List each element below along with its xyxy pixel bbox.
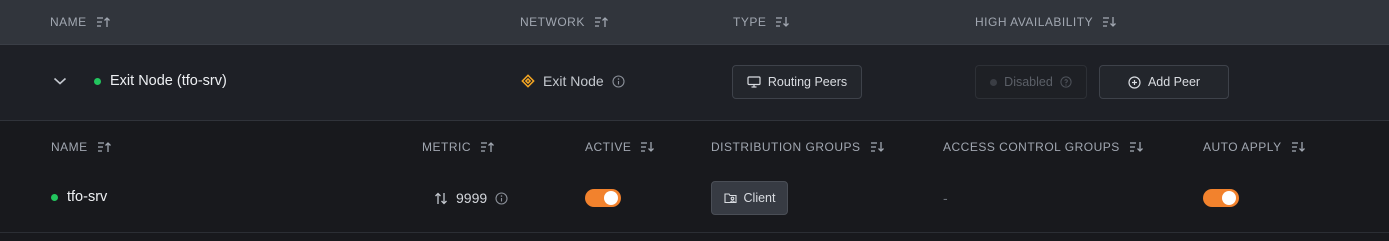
exit-node-icon: [521, 74, 535, 88]
add-peer-button[interactable]: Add Peer: [1099, 65, 1229, 99]
sort-asc-icon[interactable]: [594, 16, 608, 28]
sub-column-header-active-label: ACTIVE: [585, 140, 632, 154]
high-availability-badge: Disabled: [975, 65, 1087, 99]
add-peer-label: Add Peer: [1147, 75, 1201, 89]
chevron-down-icon[interactable]: [53, 76, 67, 86]
column-header-name[interactable]: NAME: [50, 0, 110, 44]
sub-column-header-auto-apply[interactable]: AUTO APPLY: [1203, 127, 1305, 167]
network-label: Exit Node: [543, 73, 604, 89]
distribution-group-badge[interactable]: Client: [711, 181, 788, 215]
divider: [0, 232, 1389, 233]
column-header-network-label: NETWORK: [520, 15, 585, 29]
sort-desc-icon[interactable]: [775, 16, 790, 28]
sub-column-header-name[interactable]: NAME: [51, 127, 111, 167]
plus-circle-icon: [1128, 75, 1141, 89]
info-icon[interactable]: [612, 74, 625, 88]
network-cell: Exit Node: [521, 70, 625, 92]
sub-column-header-metric[interactable]: METRIC: [422, 127, 494, 167]
column-header-high-availability[interactable]: HIGH AVAILABILITY: [975, 0, 1117, 44]
sort-desc-icon[interactable]: [1291, 141, 1305, 153]
monitor-icon: [747, 76, 761, 88]
column-header-type[interactable]: TYPE: [733, 0, 790, 44]
access-control-groups-cell: -: [943, 190, 948, 206]
column-header-name-label: NAME: [50, 15, 87, 29]
group-icon: [723, 193, 737, 204]
help-icon: [1060, 76, 1072, 88]
info-icon[interactable]: [495, 191, 508, 205]
metric-value: 9999: [456, 190, 488, 206]
route-name: Exit Node (tfo-srv): [110, 73, 227, 89]
sub-column-header-metric-label: METRIC: [422, 140, 471, 154]
arrows-up-down-icon: [435, 192, 447, 204]
column-header-high-availability-label: HIGH AVAILABILITY: [975, 15, 1094, 29]
sort-desc-icon[interactable]: [1129, 141, 1143, 153]
peer-name: tfo-srv: [67, 189, 108, 205]
status-dot: [94, 77, 101, 85]
routing-peers-label: Routing Peers: [767, 75, 848, 89]
sub-column-header-distribution-groups[interactable]: DISTRIBUTION GROUPS: [711, 127, 884, 167]
sub-column-header-access-control-groups-label: ACCESS CONTROL GROUPS: [943, 140, 1120, 154]
distribution-group-label: Client: [743, 191, 776, 205]
routing-peers-button[interactable]: Routing Peers: [732, 65, 862, 99]
sub-column-header-access-control-groups[interactable]: ACCESS CONTROL GROUPS: [943, 127, 1143, 167]
route-name-cell: Exit Node (tfo-srv): [94, 70, 227, 92]
sort-asc-icon[interactable]: [480, 141, 494, 153]
sort-asc-icon[interactable]: [97, 141, 111, 153]
sub-column-header-name-label: NAME: [51, 140, 88, 154]
sub-column-header-active[interactable]: ACTIVE: [585, 127, 655, 167]
auto-apply-toggle[interactable]: [1203, 189, 1239, 207]
sub-column-header-distribution-groups-label: DISTRIBUTION GROUPS: [711, 140, 861, 154]
metric-cell: 9999: [434, 187, 508, 209]
column-header-type-label: TYPE: [733, 15, 767, 29]
sub-column-header-auto-apply-label: AUTO APPLY: [1203, 140, 1282, 154]
peer-name-cell: tfo-srv: [51, 186, 107, 208]
sort-desc-icon[interactable]: [870, 141, 884, 153]
active-toggle[interactable]: [585, 189, 621, 207]
peers-subtable: NAME METRIC ACTIVE DISTRIBUTION GROUPS A…: [0, 121, 1389, 241]
column-header-network[interactable]: NETWORK: [520, 0, 608, 44]
high-availability-label: Disabled: [1004, 75, 1053, 89]
status-dot: [51, 193, 58, 201]
sort-asc-icon[interactable]: [96, 16, 110, 28]
routes-table-header: NAME NETWORK TYPE HIGH AVAILABILITY: [0, 0, 1389, 45]
sort-desc-icon[interactable]: [1102, 16, 1117, 28]
disabled-dot: [990, 78, 998, 86]
route-row[interactable]: Exit Node (tfo-srv) Exit Node Routing Pe…: [0, 45, 1389, 121]
sort-desc-icon[interactable]: [640, 141, 655, 153]
